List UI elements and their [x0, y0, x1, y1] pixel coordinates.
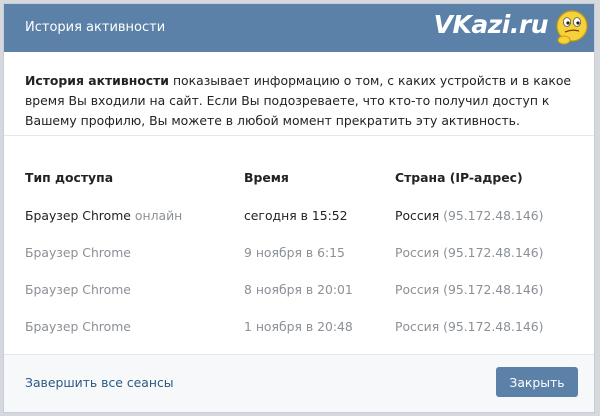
session-country: Россия (95.172.48.146): [395, 282, 543, 298]
session-time: сегодня в 15:52: [244, 208, 348, 223]
column-header-time: Время: [244, 170, 289, 185]
ip-address: (95.172.48.146): [443, 282, 544, 297]
country-name: Россия: [395, 319, 440, 334]
end-all-sessions-link[interactable]: Завершить все сеансы: [25, 375, 174, 391]
info-bold: История активности: [25, 73, 169, 88]
table-row: Браузер Chrome онлайн сегодня в 15:52 Рос…: [4, 208, 594, 245]
column-header-access: Тип доступа: [25, 170, 114, 185]
session-time: 9 ноября в 6:15: [244, 245, 345, 260]
dialog-header: История активности VKazi.ru: [4, 4, 594, 52]
access-type-label: Браузер Chrome: [25, 208, 131, 223]
table-row: Браузер Chrome 8 ноября в 20:01 Россия (…: [4, 282, 594, 319]
country-name: Россия: [395, 245, 440, 260]
session-country: Россия (95.172.48.146): [395, 208, 543, 224]
ip-address: (95.172.48.146): [443, 208, 544, 223]
session-time: 1 ноября в 20:48: [244, 319, 353, 334]
country-name: Россия: [395, 208, 440, 223]
access-type: Браузер Chrome: [25, 282, 131, 297]
session-country: Россия (95.172.48.146): [395, 245, 543, 261]
country-name: Россия: [395, 282, 440, 297]
thinking-smiley-icon: [556, 10, 588, 45]
table-header: Тип доступа Время Страна (IP-адрес): [4, 170, 594, 207]
dialog-title: История активности: [25, 20, 166, 35]
activity-history-dialog: История активности VKazi.ru История акти…: [3, 3, 595, 413]
site-logo: VKazi.ru: [433, 10, 549, 39]
table-row: Браузер Chrome 1 ноября в 20:48 Россия (…: [4, 319, 594, 356]
column-header-country: Страна (IP-адрес): [395, 170, 523, 185]
session-time: 8 ноября в 20:01: [244, 282, 353, 297]
ip-address: (95.172.48.146): [443, 319, 544, 334]
info-text: История активности показывает информацию…: [25, 71, 574, 131]
close-button[interactable]: Закрыть: [496, 367, 578, 397]
session-country: Россия (95.172.48.146): [395, 319, 543, 335]
table-row: Браузер Chrome 9 ноября в 6:15 Россия (9…: [4, 245, 594, 282]
online-status: онлайн: [134, 208, 183, 223]
dialog-footer: Завершить все сеансы Закрыть: [4, 354, 594, 412]
info-panel: История активности показывает информацию…: [4, 52, 594, 136]
access-type: Браузер Chrome онлайн: [25, 208, 182, 224]
access-type: Браузер Chrome: [25, 245, 131, 260]
access-type: Браузер Chrome: [25, 319, 131, 334]
ip-address: (95.172.48.146): [443, 245, 544, 260]
